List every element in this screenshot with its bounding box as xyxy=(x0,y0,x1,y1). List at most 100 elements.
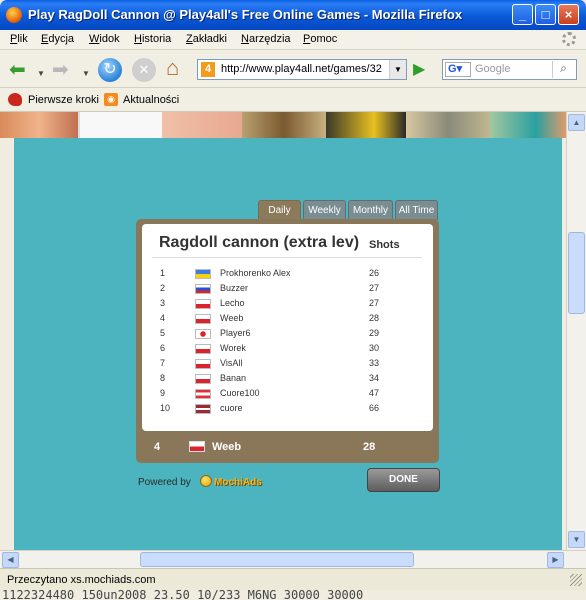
menu-plik[interactable]: Plik xyxy=(10,33,28,45)
leaderboard-row: 2 Buzzer 27 xyxy=(142,281,433,296)
forward-history-dropdown[interactable]: ▼ xyxy=(82,64,90,84)
banner-thumb[interactable] xyxy=(406,112,490,138)
leaderboard-row: 10 cuore 66 xyxy=(142,401,433,416)
vertical-scroll-thumb[interactable] xyxy=(568,232,585,314)
country-flag-icon xyxy=(195,314,211,324)
leaderboard-row: 7 VisAll 33 xyxy=(142,356,433,371)
shots-column-header: Shots xyxy=(369,239,400,251)
url-dropdown-icon[interactable]: ▼ xyxy=(389,60,406,79)
vertical-scrollbar[interactable]: ▲ ▼ xyxy=(566,112,586,550)
tab-all-time[interactable]: All Time xyxy=(395,200,438,220)
maximize-button[interactable]: □ xyxy=(535,4,556,25)
leaderboard-row: 5 Player6 29 xyxy=(142,326,433,341)
current-player-flag-icon xyxy=(189,441,205,452)
done-button[interactable]: DONE xyxy=(367,468,440,492)
row-rank: 3 xyxy=(160,298,166,308)
tab-daily[interactable]: Daily xyxy=(258,200,301,220)
row-player-name: Worek xyxy=(220,343,246,353)
status-bar: Przeczytano xs.mochiads.com xyxy=(0,568,586,590)
country-flag-icon xyxy=(195,344,211,354)
search-box[interactable]: G▾ Google ⌕ xyxy=(442,59,577,80)
search-engine-letter: G xyxy=(448,63,457,75)
leaderboard-row: 4 Weeb 28 xyxy=(142,311,433,326)
powered-by-label: Powered by xyxy=(138,477,191,488)
forward-arrow-icon[interactable]: ➡ xyxy=(52,60,69,80)
row-player-name: Weeb xyxy=(220,313,244,323)
search-placeholder[interactable]: Google xyxy=(475,63,510,75)
banner-thumb[interactable] xyxy=(490,112,566,138)
row-shots: 34 xyxy=(369,373,380,383)
menu-edycja[interactable]: Edycja xyxy=(41,33,74,45)
url-text[interactable]: http://www.play4all.net/games/32 xyxy=(221,63,387,75)
country-flag-icon xyxy=(195,374,211,384)
magnifier-icon[interactable]: ⌕ xyxy=(552,61,574,78)
home-icon[interactable]: ⌂ xyxy=(166,57,179,79)
current-player-rank: 4 xyxy=(154,441,161,453)
menu-zakladki[interactable]: Zakładki xyxy=(186,33,227,45)
horizontal-scroll-thumb[interactable] xyxy=(140,552,414,567)
minimize-button[interactable]: _ xyxy=(512,4,533,25)
leaderboard-list: Ragdoll cannon (extra lev) Shots 1 Prokho… xyxy=(142,224,433,431)
back-arrow-icon[interactable]: ⬅ xyxy=(9,60,26,80)
row-rank: 7 xyxy=(160,358,166,368)
leaderboard-row: 3 Lecho 27 xyxy=(142,296,433,311)
row-rank: 4 xyxy=(160,313,166,323)
reload-icon[interactable]: ↻ xyxy=(98,58,122,82)
window-title: Play RagDoll Cannon @ Play4all's Free On… xyxy=(28,7,463,22)
banner-thumb[interactable] xyxy=(326,112,406,138)
menu-historia[interactable]: Historia xyxy=(134,33,171,45)
tab-weekly[interactable]: Weekly xyxy=(303,200,346,220)
resize-grip-icon[interactable] xyxy=(570,574,582,586)
current-player-name: Weeb xyxy=(212,441,242,453)
leaderboard-title: Ragdoll cannon (extra lev) xyxy=(159,234,360,251)
search-engine-icon[interactable]: G▾ xyxy=(445,62,471,77)
leaderboard-row: 6 Worek 30 xyxy=(142,341,433,356)
row-player-name: Lecho xyxy=(220,298,245,308)
menu-narzedzia[interactable]: Narzędzia xyxy=(241,33,291,45)
mochiads-link[interactable]: MochiAds xyxy=(214,477,262,488)
leaderboard-row: 8 Banan 34 xyxy=(142,371,433,386)
banner-thumb[interactable] xyxy=(78,112,162,138)
row-shots: 33 xyxy=(369,358,380,368)
header-divider xyxy=(152,257,422,258)
scroll-down-icon[interactable]: ▼ xyxy=(568,531,585,548)
horizontal-scrollbar[interactable]: ◀ ▶ xyxy=(0,550,586,568)
scroll-up-icon[interactable]: ▲ xyxy=(568,114,585,131)
firefox-icon xyxy=(6,7,22,23)
row-rank: 10 xyxy=(160,403,171,413)
bookmark-pierwsze-kroki[interactable]: Pierwsze kroki xyxy=(28,94,99,106)
row-shots: 28 xyxy=(369,313,380,323)
tab-monthly[interactable]: Monthly xyxy=(348,200,393,220)
close-button[interactable]: × xyxy=(558,4,579,25)
go-arrow-icon[interactable]: ▶ xyxy=(413,60,425,80)
menu-widok[interactable]: Widok xyxy=(89,33,120,45)
throbber-icon xyxy=(562,32,576,46)
row-rank: 5 xyxy=(160,328,166,338)
back-history-dropdown[interactable]: ▼ xyxy=(37,64,45,84)
row-shots: 27 xyxy=(369,298,380,308)
banner-thumb[interactable] xyxy=(162,112,242,138)
bookmark-firefox-icon xyxy=(8,93,22,106)
country-flag-icon xyxy=(195,329,211,339)
row-rank: 1 xyxy=(160,268,166,278)
country-flag-icon xyxy=(195,284,211,294)
country-flag-icon xyxy=(195,359,211,369)
row-rank: 8 xyxy=(160,373,166,383)
status-text: Przeczytano xs.mochiads.com xyxy=(7,574,156,586)
row-player-name: Banan xyxy=(220,373,247,383)
navigation-toolbar: ⬅ ▼ ➡ ▼ ↻ ✕ ⌂ 4 http://www.play4all.net/… xyxy=(0,50,586,88)
country-flag-icon xyxy=(195,269,211,279)
bookmark-aktualnosci[interactable]: Aktualności xyxy=(123,94,179,106)
url-bar[interactable]: 4 http://www.play4all.net/games/32 ▼ xyxy=(197,59,407,80)
country-flag-icon xyxy=(195,404,211,414)
banner-thumb[interactable] xyxy=(0,112,78,138)
stop-icon[interactable]: ✕ xyxy=(132,58,156,82)
scroll-left-icon[interactable]: ◀ xyxy=(2,552,19,568)
banner-thumb[interactable] xyxy=(242,112,326,138)
leaderboard-row: 1 Prokhorenko Alex 26 xyxy=(142,266,433,281)
row-player-name: cuore xyxy=(220,403,243,413)
scroll-right-icon[interactable]: ▶ xyxy=(547,552,564,568)
country-flag-icon xyxy=(195,389,211,399)
menu-pomoc[interactable]: Pomoc xyxy=(303,33,337,45)
mochiads-logo-icon xyxy=(200,475,212,487)
